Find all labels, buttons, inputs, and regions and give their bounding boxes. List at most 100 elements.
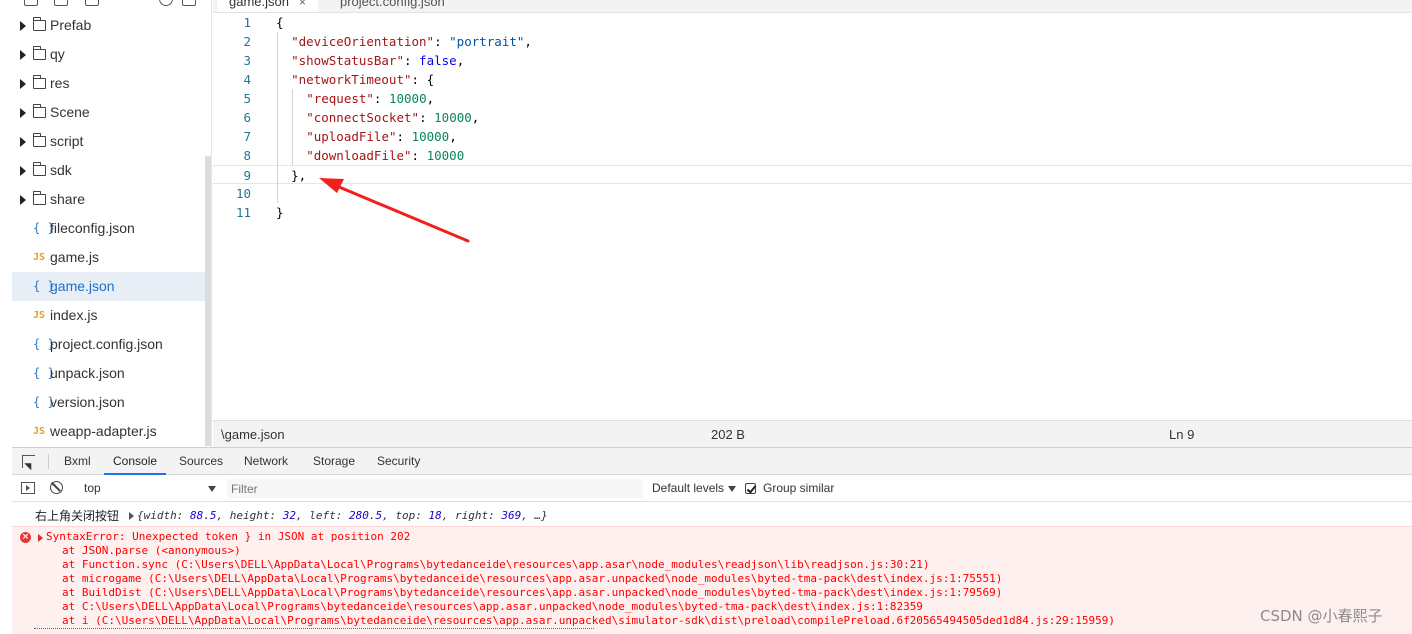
- delete-icon[interactable]: [85, 0, 99, 6]
- stack-frame[interactable]: at JSON.parse (<anonymous>): [62, 544, 241, 558]
- tree-item-script[interactable]: script: [12, 127, 206, 156]
- line-number: 2: [243, 34, 251, 49]
- search-icon[interactable]: [159, 0, 173, 6]
- code-line[interactable]: 10: [213, 184, 1412, 203]
- tree-item-label: fileconfig.json: [50, 220, 135, 236]
- expand-error-icon[interactable]: [38, 534, 43, 542]
- tree-item-share[interactable]: share: [12, 185, 206, 214]
- file-tree-scrollbar[interactable]: [205, 156, 211, 446]
- log-levels-dropdown[interactable]: Default levels: [652, 475, 737, 502]
- new-folder-icon[interactable]: [54, 0, 68, 6]
- stack-frame[interactable]: at i (C:\Users\DELL\AppData\Local\Progra…: [62, 614, 1115, 628]
- tree-item-version-json[interactable]: { } version.json: [12, 388, 206, 417]
- code-line[interactable]: 6 "connectSocket": 10000,: [213, 108, 1412, 127]
- tree-item-project-config-json[interactable]: { } project.config.json: [12, 330, 206, 359]
- tree-item-unpack-json[interactable]: { } unpack.json: [12, 359, 206, 388]
- explorer-toolbar: [12, 0, 211, 8]
- code-area[interactable]: 1{2 "deviceOrientation": "portrait", 3 "sho…: [213, 13, 1412, 420]
- collapse-icon[interactable]: [182, 0, 196, 6]
- expand-caret-icon[interactable]: [20, 108, 26, 118]
- token-key: "uploadFile": [306, 129, 397, 144]
- tree-item-index-js[interactable]: JS index.js: [12, 301, 206, 330]
- stack-frame[interactable]: at C:\Users\DELL\AppData\Local\Programs\…: [62, 600, 923, 614]
- tree-item-label: Prefab: [50, 17, 92, 33]
- console-toolbar: top Default levels Group similar: [12, 475, 1412, 502]
- file-path: \game.json: [221, 427, 285, 442]
- clear-console-icon[interactable]: [50, 481, 63, 494]
- line-source: "connectSocket": 10000,: [306, 108, 479, 127]
- code-line[interactable]: 1{: [213, 13, 1412, 32]
- object-value: 280.5: [349, 509, 383, 522]
- code-line[interactable]: 4 "networkTimeout": {: [213, 70, 1412, 89]
- tab-console[interactable]: Console: [104, 448, 167, 475]
- close-tab-icon[interactable]: ×: [299, 0, 306, 9]
- tab-network[interactable]: Network: [244, 448, 288, 475]
- group-similar-checkbox[interactable]: [745, 483, 756, 494]
- tab-storage[interactable]: Storage: [313, 448, 355, 475]
- tree-item-game-js[interactable]: JS game.js: [12, 243, 206, 272]
- tab-project-config-json[interactable]: project.config.json: [328, 0, 457, 12]
- stack-frame[interactable]: at BuildDist (C:\Users\DELL\AppData\Loca…: [62, 586, 1002, 600]
- console-log-row: 右上角关闭按钮 {width: 88.5, height: 32, left: …: [12, 506, 1412, 526]
- code-line[interactable]: 3 "showStatusBar": false,: [213, 51, 1412, 70]
- tree-item-label: res: [50, 75, 70, 91]
- line-number: 5: [243, 91, 251, 106]
- code-line[interactable]: 2 "deviceOrientation": "portrait",: [213, 32, 1412, 51]
- filter-input[interactable]: [227, 479, 643, 498]
- tree-item-fileconfig-json[interactable]: { } fileconfig.json: [12, 214, 206, 243]
- tree-item-scene[interactable]: Scene: [12, 98, 206, 127]
- expand-caret-icon[interactable]: [20, 21, 26, 31]
- expand-caret-icon[interactable]: [20, 79, 26, 89]
- tree-item-label: weapp-adapter.js: [50, 423, 157, 439]
- tree-item-res[interactable]: res: [12, 69, 206, 98]
- tree-item-prefab[interactable]: Prefab: [12, 11, 206, 40]
- folder-icon: [32, 133, 46, 147]
- code-editor: game.json × project.config.json 1{2 "devic…: [213, 0, 1412, 447]
- new-file-icon[interactable]: [24, 0, 38, 6]
- tab-label: game.json: [229, 0, 289, 9]
- expand-caret-icon[interactable]: [20, 50, 26, 60]
- tree-item-label: sdk: [50, 162, 72, 178]
- tree-item-weapp-adapter-js[interactable]: JS weapp-adapter.js: [12, 417, 206, 446]
- separator: ,: [521, 509, 535, 522]
- tree-item-qy[interactable]: qy: [12, 40, 206, 69]
- context-selector[interactable]: top: [80, 479, 216, 498]
- log-message: 右上角关闭按钮: [35, 509, 120, 523]
- object-key: top: [395, 509, 416, 522]
- log-object-preview[interactable]: {width: 88.5, height: 32, left: 280.5, t…: [137, 506, 548, 526]
- code-line[interactable]: 8 "downloadFile": 10000: [213, 146, 1412, 165]
- stack-frame[interactable]: at Function.sync (C:\Users\DELL\AppData\…: [62, 558, 930, 572]
- expand-caret-icon[interactable]: [20, 195, 26, 205]
- token-str: "portrait": [449, 34, 525, 49]
- code-line[interactable]: 9},: [213, 165, 1412, 184]
- indent-guide: [277, 32, 278, 203]
- object-key: left: [309, 509, 336, 522]
- expand-object-icon[interactable]: [129, 512, 134, 520]
- tab-security[interactable]: Security: [377, 448, 420, 475]
- code-line[interactable]: 11}: [213, 203, 1412, 222]
- token-num: 10000: [434, 110, 472, 125]
- line-source: "downloadFile": 10000: [306, 146, 464, 165]
- watermark: CSDN @小春熙子: [1260, 607, 1383, 625]
- line-number: 9: [243, 168, 251, 183]
- tree-item-label: game.json: [50, 278, 115, 294]
- tab-sources[interactable]: Sources: [179, 448, 223, 475]
- show-sidebar-icon[interactable]: [21, 482, 35, 494]
- tree-item-label: project.config.json: [50, 336, 163, 352]
- tab-game-json[interactable]: game.json ×: [217, 0, 318, 12]
- tree-item-sdk[interactable]: sdk: [12, 156, 206, 185]
- token-key: "downloadFile": [306, 148, 412, 163]
- token-punc: :: [403, 53, 420, 68]
- separator: ,: [296, 509, 310, 522]
- code-line[interactable]: 5 "request": 10000,: [213, 89, 1412, 108]
- expand-caret-icon[interactable]: [20, 137, 26, 147]
- tree-item-game-json[interactable]: { } game.json: [12, 272, 206, 301]
- expand-caret-icon[interactable]: [20, 166, 26, 176]
- code-line[interactable]: 7 "uploadFile": 10000,: [213, 127, 1412, 146]
- devtools-tabs: Bxml Console Sources Network Storage Sec…: [12, 448, 1412, 475]
- js-file-icon: JS: [33, 252, 46, 263]
- tab-bxml[interactable]: Bxml: [64, 448, 91, 475]
- stack-frame[interactable]: at microgame (C:\Users\DELL\AppData\Loca…: [62, 572, 1002, 586]
- inspect-element-icon[interactable]: [22, 455, 35, 468]
- token-num: 10000: [411, 129, 450, 144]
